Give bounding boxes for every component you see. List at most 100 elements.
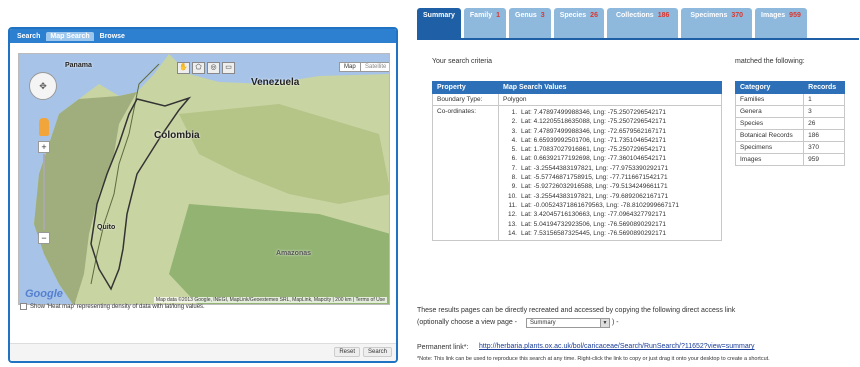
coordinate-index: 6.	[511, 155, 517, 163]
coordinate-item: 4. Lat: 6.65939992501706, Lng: -71.735104…	[503, 136, 717, 145]
coordinate-item: 1. Lat: 7.47897499988346, Lng: -75.250729…	[503, 108, 717, 117]
tab-label: Collections	[615, 12, 654, 19]
table-row: Specimens 370	[734, 141, 845, 154]
tab-label: Family	[469, 12, 493, 19]
map-view[interactable]: Panama Venezuela Colombia Quito Amazonas…	[18, 53, 390, 305]
results-note: These results pages can be directly recr…	[417, 307, 736, 314]
circle-icon[interactable]: ◎	[207, 62, 220, 74]
rectangle-icon[interactable]: ▭	[222, 62, 235, 74]
pan-control-icon[interactable]: ✥	[29, 72, 57, 100]
coordinate-text: Lat: 7.47897499988346, Lng: -72.65795621…	[521, 127, 666, 135]
coordinate-item: 13. Lat: 5.04194732923506, Lng: -76.56908…	[503, 220, 717, 229]
coordinate-index: 11.	[508, 201, 517, 209]
coordinate-index: 12.	[507, 211, 517, 219]
coordinates-label: Co-ordinates:	[432, 104, 499, 242]
map-search-footer: Reset Search	[10, 343, 396, 361]
tab-browse[interactable]: Browse	[96, 32, 129, 41]
coordinate-item: 14. Lat: 7.53156587325445, Lng: -76.56908…	[503, 229, 717, 238]
reset-button[interactable]: Reset	[334, 347, 360, 357]
table-row: Families 1	[734, 93, 845, 106]
match-category: Species	[734, 117, 805, 130]
search-tab-bar: Search Map Search Browse	[10, 29, 396, 43]
coordinate-text: Lat: 0.66392177192698, Lng: -77.36010465…	[521, 155, 666, 163]
coordinates-cell: 1. Lat: 7.47897499988346, Lng: -75.250729…	[498, 104, 722, 242]
coordinate-item: 7. Lat: -3.25544383197821, Lng: -77.97533…	[503, 164, 717, 173]
coordinate-text: Lat: 1.70837027916861, Lng: -75.25072965…	[521, 146, 666, 154]
tab-label: Specimens	[690, 12, 728, 19]
coordinate-text: Lat: -5.92726032916588, Lng: -79.5134249…	[521, 183, 668, 191]
matched-label: matched the following:	[735, 58, 805, 65]
map-type-map-button[interactable]: Map	[339, 62, 361, 72]
tab-label: Species	[559, 12, 587, 19]
zoom-in-button[interactable]: +	[38, 141, 50, 153]
view-page-suffix: ) -	[612, 319, 619, 326]
coordinate-index: 3.	[511, 127, 517, 135]
hand-icon[interactable]: ✋	[177, 62, 190, 74]
tab-family[interactable]: Family 1	[463, 8, 506, 38]
coordinate-index: 10.	[507, 192, 517, 200]
coordinate-item: 9. Lat: -5.92726032916588, Lng: -79.51342…	[503, 182, 717, 191]
coordinate-index: 2.	[511, 118, 517, 126]
coordinate-item: 10. Lat: -3.25544383197821, Lng: -79.6892…	[503, 192, 717, 201]
coordinate-index: 1.	[511, 109, 517, 116]
matches-body: Families 1 Genera 3 Species 26 Botanical Recor…	[734, 93, 845, 166]
coordinate-item: 2. Lat: 4.12205518635088, Lng: -75.250729…	[503, 117, 717, 126]
polygon-icon[interactable]: ⬠	[192, 62, 205, 74]
tab-summary[interactable]: Summary	[417, 8, 461, 38]
street-view-pegman-icon[interactable]	[39, 118, 49, 136]
coordinate-text: Lat: -3.25544383197821, Lng: -77.9753390…	[521, 164, 669, 172]
coordinate-item: 6. Lat: 0.66392177192698, Lng: -77.360104…	[503, 154, 717, 163]
tab-count: 186	[657, 12, 670, 19]
tab-genus[interactable]: Genus 3	[509, 8, 551, 38]
coordinate-index: 14.	[507, 229, 517, 237]
permanent-link-footnote: *Note: This link can be used to reproduc…	[417, 356, 770, 362]
coordinate-index: 9.	[511, 183, 517, 191]
coordinate-text: Lat: -5.57746871758915, Lng: -77.7116671…	[521, 174, 668, 182]
tab-specimens[interactable]: Specimens 370	[681, 8, 753, 38]
view-page-label: (optionally choose a view page -	[417, 319, 518, 326]
tab-images[interactable]: Images 959	[755, 8, 807, 38]
view-page-value: Summary	[530, 320, 556, 326]
coordinate-index: 7.	[511, 164, 517, 172]
tab-map-search[interactable]: Map Search	[46, 31, 94, 41]
heat-map-label: Show 'Heat map' representing density of …	[30, 303, 205, 310]
tab-collections[interactable]: Collections 186	[606, 8, 679, 38]
tab-search[interactable]: Search	[13, 32, 44, 41]
coordinate-item: 3. Lat: 7.47897499988346, Lng: -72.657956…	[503, 127, 717, 136]
coordinate-text: Lat: -3.25544383197821, Lng: -79.6892062…	[521, 192, 669, 200]
coordinate-text: Lat: 6.65939992501706, Lng: -71.73510465…	[521, 136, 666, 144]
match-records: 370	[803, 141, 845, 154]
heat-map-option[interactable]: Show 'Heat map' representing density of …	[20, 303, 205, 310]
permanent-link-label: Permanent link*:	[417, 344, 469, 351]
tab-count: 370	[731, 12, 744, 19]
coordinate-text: Lat: 7.47897499988346, Lng: -75.25072965…	[521, 109, 666, 116]
search-button[interactable]: Search	[362, 347, 392, 357]
criteria-header-property: Property	[432, 81, 499, 94]
table-row: Genera 3	[734, 105, 845, 118]
match-records: 26	[803, 117, 845, 130]
heat-map-checkbox[interactable]	[20, 303, 27, 310]
chevron-down-icon[interactable]: ▼	[600, 319, 609, 327]
table-row: Boundary Type: Polygon	[432, 93, 722, 106]
coordinate-item: 11. Lat: -0.00524371861679563, Lng: -78.8…	[503, 201, 717, 210]
match-category: Genera	[734, 105, 805, 118]
tab-count: 3	[540, 12, 545, 19]
tab-label: Genus	[515, 12, 537, 19]
coordinate-item: 12. Lat: 3.42045716130663, Lng: -77.09643…	[503, 210, 717, 219]
permanent-link[interactable]: http://herbaria.plants.ox.ac.uk/bol/cari…	[479, 343, 755, 350]
coordinates-list: 1. Lat: 7.47897499988346, Lng: -75.250729…	[503, 108, 717, 238]
map-type-satellite-button[interactable]: Satellite	[360, 62, 389, 72]
view-page-select[interactable]: Summary ▼	[526, 318, 610, 328]
boundary-type-value: Polygon	[498, 93, 722, 106]
zoom-out-button[interactable]: −	[38, 232, 50, 244]
table-row: Botanical Records 186	[734, 129, 845, 142]
table-row: Species 26	[734, 117, 845, 130]
zoom-slider[interactable]	[43, 154, 45, 230]
match-records: 1	[803, 93, 845, 106]
match-category: Families	[734, 93, 805, 106]
match-records: 3	[803, 105, 845, 118]
map-label-amazonas: Amazonas	[276, 250, 312, 257]
tab-species[interactable]: Species 26	[553, 8, 604, 38]
coordinate-text: Lat: 4.12205518635088, Lng: -75.25072965…	[521, 118, 666, 126]
coordinate-item: 8. Lat: -5.57746871758915, Lng: -77.71166…	[503, 173, 717, 182]
